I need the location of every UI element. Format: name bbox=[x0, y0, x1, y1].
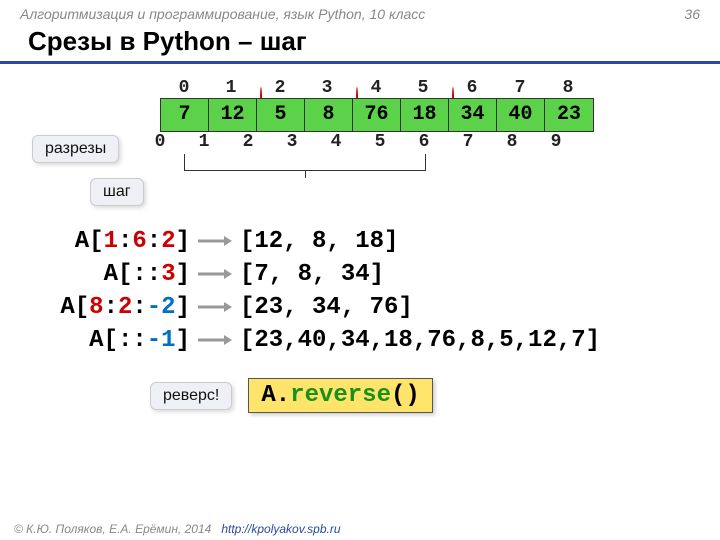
array-cell: 8 bbox=[305, 99, 353, 131]
array-cell: 76 bbox=[353, 99, 401, 131]
array-cell: 18 bbox=[401, 99, 449, 131]
array-cell: 40 bbox=[497, 99, 545, 131]
bottom-index: 8 bbox=[490, 132, 534, 152]
array-cell: 23 bbox=[545, 99, 593, 131]
array-cell: 12 bbox=[209, 99, 257, 131]
expr-2: A[8:2:-2] bbox=[0, 294, 190, 321]
arrow-icon bbox=[190, 229, 240, 254]
bottom-index: 6 bbox=[402, 132, 446, 152]
callout-slices: разрезы bbox=[32, 135, 119, 163]
result-0: [12, 8, 18] bbox=[240, 228, 398, 255]
bottom-index: 0 bbox=[138, 132, 182, 152]
bottom-index: 5 bbox=[358, 132, 402, 152]
result-1: [7, 8, 34] bbox=[240, 261, 384, 288]
arrow-icon bbox=[190, 295, 240, 320]
page-title: Срезы в Python – шаг bbox=[0, 24, 720, 64]
top-index: 3 bbox=[304, 78, 352, 98]
top-index: 0 bbox=[160, 78, 208, 98]
result-2: [23, 34, 76] bbox=[240, 294, 413, 321]
callout-reverse: реверс! bbox=[150, 382, 232, 410]
bottom-index: 1 bbox=[182, 132, 226, 152]
bottom-index: 9 bbox=[534, 132, 578, 152]
page-number: 36 bbox=[684, 6, 700, 22]
expr-1: A[::3] bbox=[0, 261, 190, 288]
course-title: Алгоритмизация и программирование, язык … bbox=[20, 6, 425, 22]
expr-3: A[::-1] bbox=[0, 327, 190, 354]
top-index: 8 bbox=[544, 78, 592, 98]
top-index: 1 bbox=[208, 78, 256, 98]
bottom-index: 3 bbox=[270, 132, 314, 152]
arrow-icon bbox=[190, 328, 240, 353]
arrow-icon bbox=[190, 262, 240, 287]
expr-0: A[1:6:2] bbox=[0, 228, 190, 255]
array-diagram: 012345678 712587618344023 0123456789 bbox=[160, 78, 630, 188]
top-index: 5 bbox=[400, 78, 448, 98]
reverse-code: A.reverse() bbox=[248, 378, 432, 413]
array-cell: 5 bbox=[257, 99, 305, 131]
array-cell: 34 bbox=[449, 99, 497, 131]
top-index: 4 bbox=[352, 78, 400, 98]
examples-block: A[1:6:2] [12, 8, 18] A[::3] [7, 8, 34] A… bbox=[0, 228, 720, 354]
array-cell: 7 bbox=[161, 99, 209, 131]
top-index: 6 bbox=[448, 78, 496, 98]
bottom-index: 7 bbox=[446, 132, 490, 152]
top-index: 7 bbox=[496, 78, 544, 98]
result-3: [23,40,34,18,76,8,5,12,7] bbox=[240, 327, 600, 354]
callout-step: шаг bbox=[90, 178, 144, 206]
bottom-index: 2 bbox=[226, 132, 270, 152]
footer: © К.Ю. Поляков, Е.А. Ерёмин, 2014 http:/… bbox=[14, 522, 341, 536]
bottom-index: 4 bbox=[314, 132, 358, 152]
top-index: 2 bbox=[256, 78, 304, 98]
